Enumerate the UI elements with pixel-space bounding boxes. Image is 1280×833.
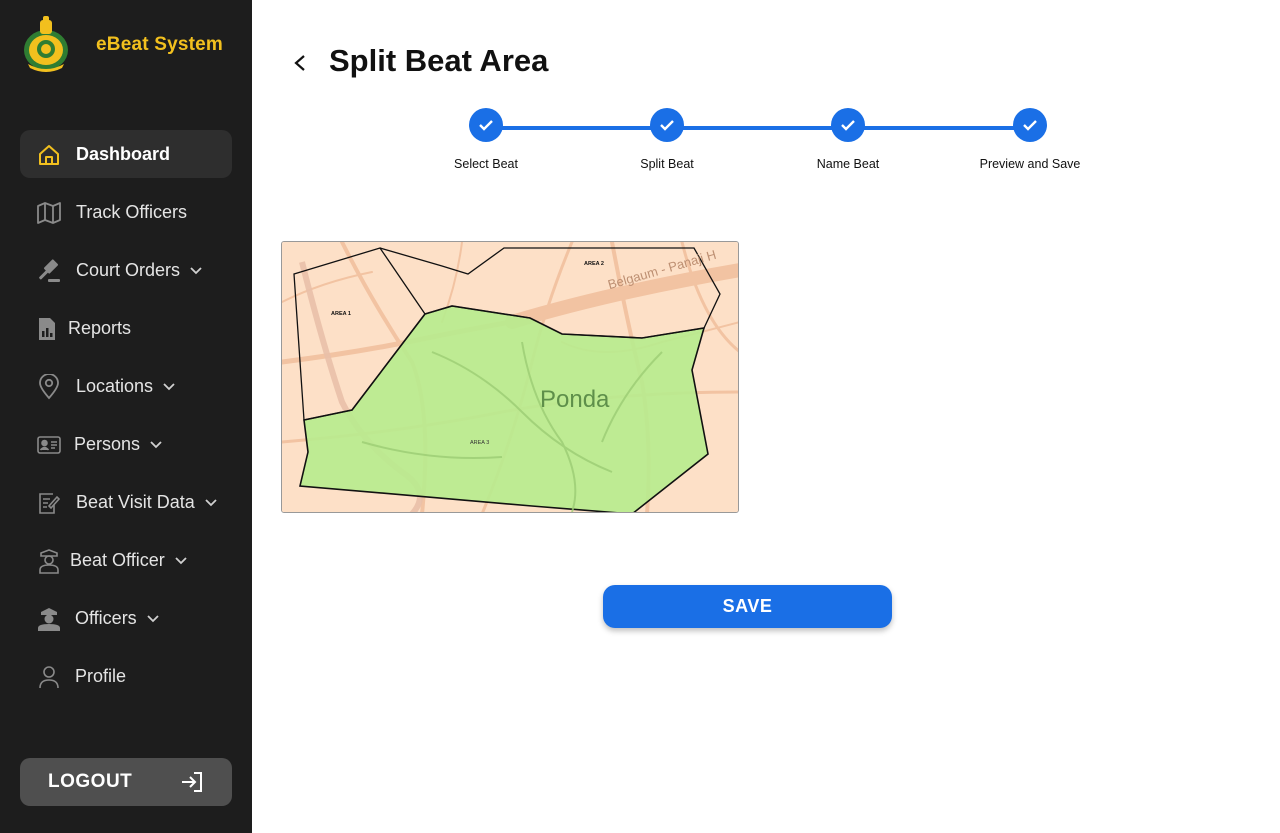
logout-button[interactable]: LOGOUT <box>20 758 232 806</box>
map-canvas <box>282 242 738 512</box>
police-emblem-icon <box>24 16 68 72</box>
sidebar-item-label: Dashboard <box>76 144 171 164</box>
back-arrow-icon[interactable] <box>290 52 310 74</box>
sidebar-item-beat-officer[interactable]: Beat Officer <box>20 536 232 584</box>
chevron-down-icon <box>205 499 217 507</box>
sidebar-nav: Dashboard Track Officers Court Orders Re… <box>20 130 232 710</box>
chevron-down-icon <box>150 441 162 449</box>
sidebar: eBeat System Dashboard Track Officers Co… <box>0 0 252 833</box>
sidebar-item-label: Beat Officer <box>70 550 187 571</box>
map-area-label: AREA 2 <box>584 261 604 267</box>
sidebar-item-label: Locations <box>76 376 175 397</box>
sidebar-item-label: Profile <box>75 666 127 686</box>
check-icon <box>650 108 684 142</box>
step-split-beat: Split Beat <box>607 108 727 171</box>
sidebar-item-label: Persons <box>74 434 162 455</box>
sidebar-item-dashboard[interactable]: Dashboard <box>20 130 232 178</box>
sidebar-item-track-officers[interactable]: Track Officers <box>20 188 232 236</box>
step-preview-and-save: Preview and Save <box>970 108 1090 171</box>
sidebar-item-court-orders[interactable]: Court Orders <box>20 246 232 294</box>
officer-icon <box>36 548 62 574</box>
map-area-label: AREA 3 <box>470 440 490 446</box>
user-icon <box>36 664 62 690</box>
step-label: Name Beat <box>816 157 880 171</box>
map-town-label: Ponda <box>540 386 610 413</box>
sidebar-item-label: Court Orders <box>76 260 202 281</box>
report-icon <box>34 316 60 342</box>
chevron-down-icon <box>175 557 187 565</box>
check-icon <box>469 108 503 142</box>
step-select-beat: Select Beat <box>426 108 546 171</box>
map-area-label: AREA 1 <box>331 311 351 317</box>
step-label: Preview and Save <box>979 157 1081 171</box>
logout-label: LOGOUT <box>48 771 133 792</box>
beat-area-map[interactable]: Belgaum - Panaji H Ponda AREA 1 AREA 2 A… <box>281 241 739 513</box>
location-pin-icon <box>36 374 62 400</box>
chevron-down-icon <box>163 383 175 391</box>
page-title: Split Beat Area <box>329 43 549 78</box>
sidebar-item-label: Officers <box>75 608 159 629</box>
sidebar-item-reports[interactable]: Reports <box>20 304 232 352</box>
stepper: Select Beat Split Beat Name Beat Preview… <box>436 108 1116 188</box>
step-label: Split Beat <box>640 157 694 171</box>
logout-icon <box>182 772 202 792</box>
step-name-beat: Name Beat <box>788 108 908 171</box>
sidebar-item-officers[interactable]: Officers <box>20 594 232 642</box>
sidebar-item-label: Track Officers <box>76 202 188 222</box>
check-icon <box>1013 108 1047 142</box>
sidebar-item-label: Beat Visit Data <box>76 492 217 513</box>
id-card-icon <box>36 432 62 458</box>
app-root: eBeat System Dashboard Track Officers Co… <box>0 0 1280 833</box>
chevron-down-icon <box>190 267 202 275</box>
chevron-down-icon <box>147 615 159 623</box>
home-icon <box>36 142 62 168</box>
save-button[interactable]: SAVE <box>603 585 892 628</box>
stepper-progress-line <box>486 126 1030 130</box>
map-icon <box>36 200 62 226</box>
police-icon <box>36 606 62 632</box>
sidebar-item-persons[interactable]: Persons <box>20 420 232 468</box>
step-label: Select Beat <box>454 157 518 171</box>
check-icon <box>831 108 865 142</box>
sidebar-item-beat-visit-data[interactable]: Beat Visit Data <box>20 478 232 526</box>
app-title: eBeat System <box>96 34 224 55</box>
gavel-icon <box>36 258 62 284</box>
sidebar-item-locations[interactable]: Locations <box>20 362 232 410</box>
brand: eBeat System <box>20 14 223 72</box>
clipboard-edit-icon <box>36 490 62 516</box>
sidebar-item-label: Reports <box>68 318 132 338</box>
sidebar-item-profile[interactable]: Profile <box>20 652 232 700</box>
